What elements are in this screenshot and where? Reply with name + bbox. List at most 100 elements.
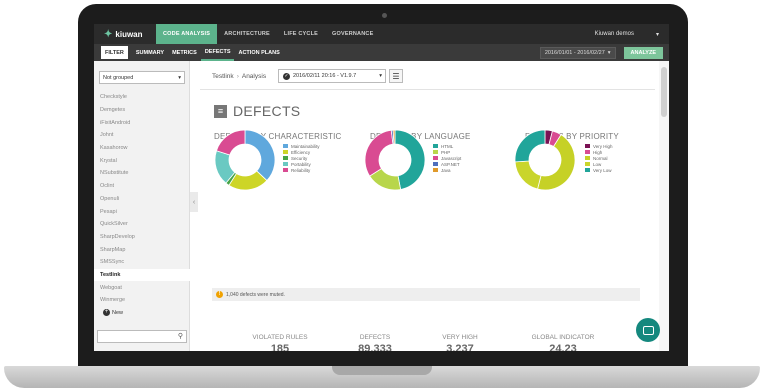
camera-dot — [382, 13, 387, 18]
donut-slice-very-low[interactable] — [514, 129, 546, 163]
page-title-text: DEFECTS — [233, 103, 301, 119]
scrollbar-thumb[interactable] — [661, 67, 667, 117]
project-item[interactable]: Kasahorow — [94, 142, 190, 155]
top-navigation: ✦ kiuwan CODE ANALYSIS ARCHITECTURE LIFE… — [94, 24, 669, 44]
donut-slice-html[interactable] — [394, 129, 426, 190]
project-item-active[interactable]: Testlink — [94, 268, 190, 282]
sub-navigation: FILTER SUMMARY METRICS DEFECTS ACTION PL… — [94, 44, 669, 61]
check-circle-icon: ✓ — [283, 72, 290, 80]
chevron-down-icon: ▾ — [655, 31, 659, 38]
date-range-value: 2016/01/01 - 2016/02/27 — [544, 49, 605, 56]
legend-item: Reliability — [283, 167, 320, 173]
tab-summary[interactable]: SUMMARY — [132, 44, 168, 61]
legend-label: Very High — [593, 143, 613, 149]
date-range-select[interactable]: 2016/01/01 - 2016/02/27 ▾ — [539, 46, 616, 59]
project-item[interactable]: Checkstyle — [94, 91, 190, 104]
project-item[interactable]: NSubstitute — [94, 167, 190, 180]
project-item[interactable]: iFixitAndroid — [94, 116, 190, 129]
legend-swatch — [585, 156, 590, 160]
legend-swatch — [283, 156, 288, 160]
project-item[interactable]: SMSSync — [94, 256, 190, 269]
project-item[interactable]: Oclint — [94, 180, 190, 193]
legend-swatch — [585, 162, 590, 166]
tab-defects[interactable]: DEFECTS — [200, 44, 235, 61]
legend-swatch — [283, 150, 288, 154]
tab-architecture[interactable]: ARCHITECTURE — [217, 24, 277, 44]
project-sidebar: Not grouped ▾ Checkstyle Demgetes iFixit… — [94, 61, 190, 351]
project-item[interactable]: Johnt — [94, 129, 190, 142]
legend-label: High — [593, 149, 603, 155]
donut-slice-reliability[interactable] — [215, 129, 246, 156]
legend-label: Javascript — [441, 155, 462, 161]
legend-label: Security — [291, 155, 308, 161]
legend-swatch — [433, 156, 438, 160]
legend-swatch — [585, 144, 590, 148]
legend-label: Normal — [593, 155, 608, 161]
chevron-down-icon: ▾ — [607, 49, 611, 56]
filter-button[interactable]: FILTER — [101, 46, 128, 59]
warning-icon: ! — [216, 291, 223, 298]
user-menu[interactable]: Kiuwan demos ▾ — [595, 31, 669, 38]
tab-life-cycle[interactable]: LIFE CYCLE — [277, 24, 325, 44]
grouping-select[interactable]: Not grouped ▾ — [99, 71, 185, 84]
kiuwan-logo-icon: ✦ — [104, 28, 113, 40]
legend-swatch — [283, 168, 288, 172]
legend-language: HTML PHP Javascript ASP.NET Java — [433, 143, 461, 173]
page-title: ≡ DEFECTS — [214, 103, 300, 119]
legend-swatch — [283, 162, 288, 166]
stat-label: GLOBAL INDICATOR — [531, 334, 595, 341]
legend-item: Java — [433, 167, 461, 173]
project-item[interactable]: OpenuIi — [94, 193, 190, 206]
stat-label: VIOLATED RULES — [252, 334, 308, 341]
chat-bubble-icon — [642, 325, 654, 335]
donut-slice-javascript[interactable] — [364, 129, 394, 177]
chat-button[interactable] — [636, 318, 660, 342]
analysis-version-select[interactable]: ✓ 2016/02/11 20:16 - V1.9.7 ▾ — [278, 69, 386, 83]
project-item[interactable]: Winmerge — [94, 294, 190, 307]
laptop-notch — [332, 366, 432, 375]
project-item[interactable]: Krystal — [94, 154, 190, 167]
analyze-button[interactable]: ANALYZE — [623, 46, 663, 59]
legend-swatch — [585, 168, 590, 172]
stat-violated-rules: VIOLATED RULES 185 — [250, 334, 310, 351]
project-search-input[interactable]: ⚲ — [97, 330, 187, 343]
project-item[interactable]: SharpDevelop — [94, 231, 190, 244]
tab-metrics[interactable]: METRICS — [168, 44, 201, 61]
tab-governance[interactable]: GOVERNANCE — [325, 24, 380, 44]
list-icon: ≡ — [214, 104, 227, 118]
project-item[interactable]: SharpMap — [94, 243, 190, 256]
project-item[interactable]: Webgoat — [94, 281, 190, 294]
legend-label: Portability — [291, 161, 311, 167]
donut-slice-low[interactable] — [514, 160, 542, 190]
breadcrumb-analysis[interactable]: Analysis — [242, 73, 266, 80]
main-content: Testlink › Analysis ✓ 2016/02/11 20:16 -… — [200, 61, 669, 351]
chevron-down-icon: ▾ — [178, 74, 181, 81]
legend-label: Java — [441, 167, 451, 173]
tab-action-plans[interactable]: ACTION PLANS — [234, 44, 283, 61]
legend-characteristic: Maintainability Efficiency Security Portabi… — [283, 143, 320, 173]
legend-label: Efficiency — [291, 149, 311, 155]
donut-slice-maintainability[interactable] — [244, 129, 276, 182]
analysis-version-value: 2016/02/11 20:16 - V1.9.7 — [293, 73, 357, 79]
project-item[interactable]: Pesapi — [94, 205, 190, 218]
list-menu-icon[interactable]: ☰ — [389, 69, 403, 83]
app-screen: ✦ kiuwan CODE ANALYSIS ARCHITECTURE LIFE… — [94, 24, 669, 351]
collapse-sidebar-chevron-icon[interactable]: ‹ — [190, 192, 198, 212]
brand-logo[interactable]: ✦ kiuwan — [94, 29, 156, 40]
project-list: Checkstyle Demgetes iFixitAndroid Johnt … — [94, 91, 190, 319]
new-project-button[interactable]: + New — [94, 307, 190, 319]
legend-swatch — [433, 162, 438, 166]
legend-label: HTML — [441, 143, 454, 149]
stat-value: 185 — [270, 343, 290, 351]
stat-value: 24.23 — [549, 343, 577, 351]
legend-item: Very Low — [585, 167, 613, 173]
stat-very-high: VERY HIGH 3.237 — [430, 334, 490, 351]
project-item[interactable]: Demgetes — [94, 104, 190, 117]
donut-language — [364, 129, 426, 191]
legend-swatch — [433, 168, 438, 172]
tab-code-analysis[interactable]: CODE ANALYSIS — [156, 24, 218, 44]
breadcrumb: Testlink › Analysis — [212, 73, 266, 80]
project-item[interactable]: QuickSilver — [94, 218, 190, 231]
breadcrumb-project[interactable]: Testlink — [212, 73, 234, 80]
legend-swatch — [283, 144, 288, 148]
